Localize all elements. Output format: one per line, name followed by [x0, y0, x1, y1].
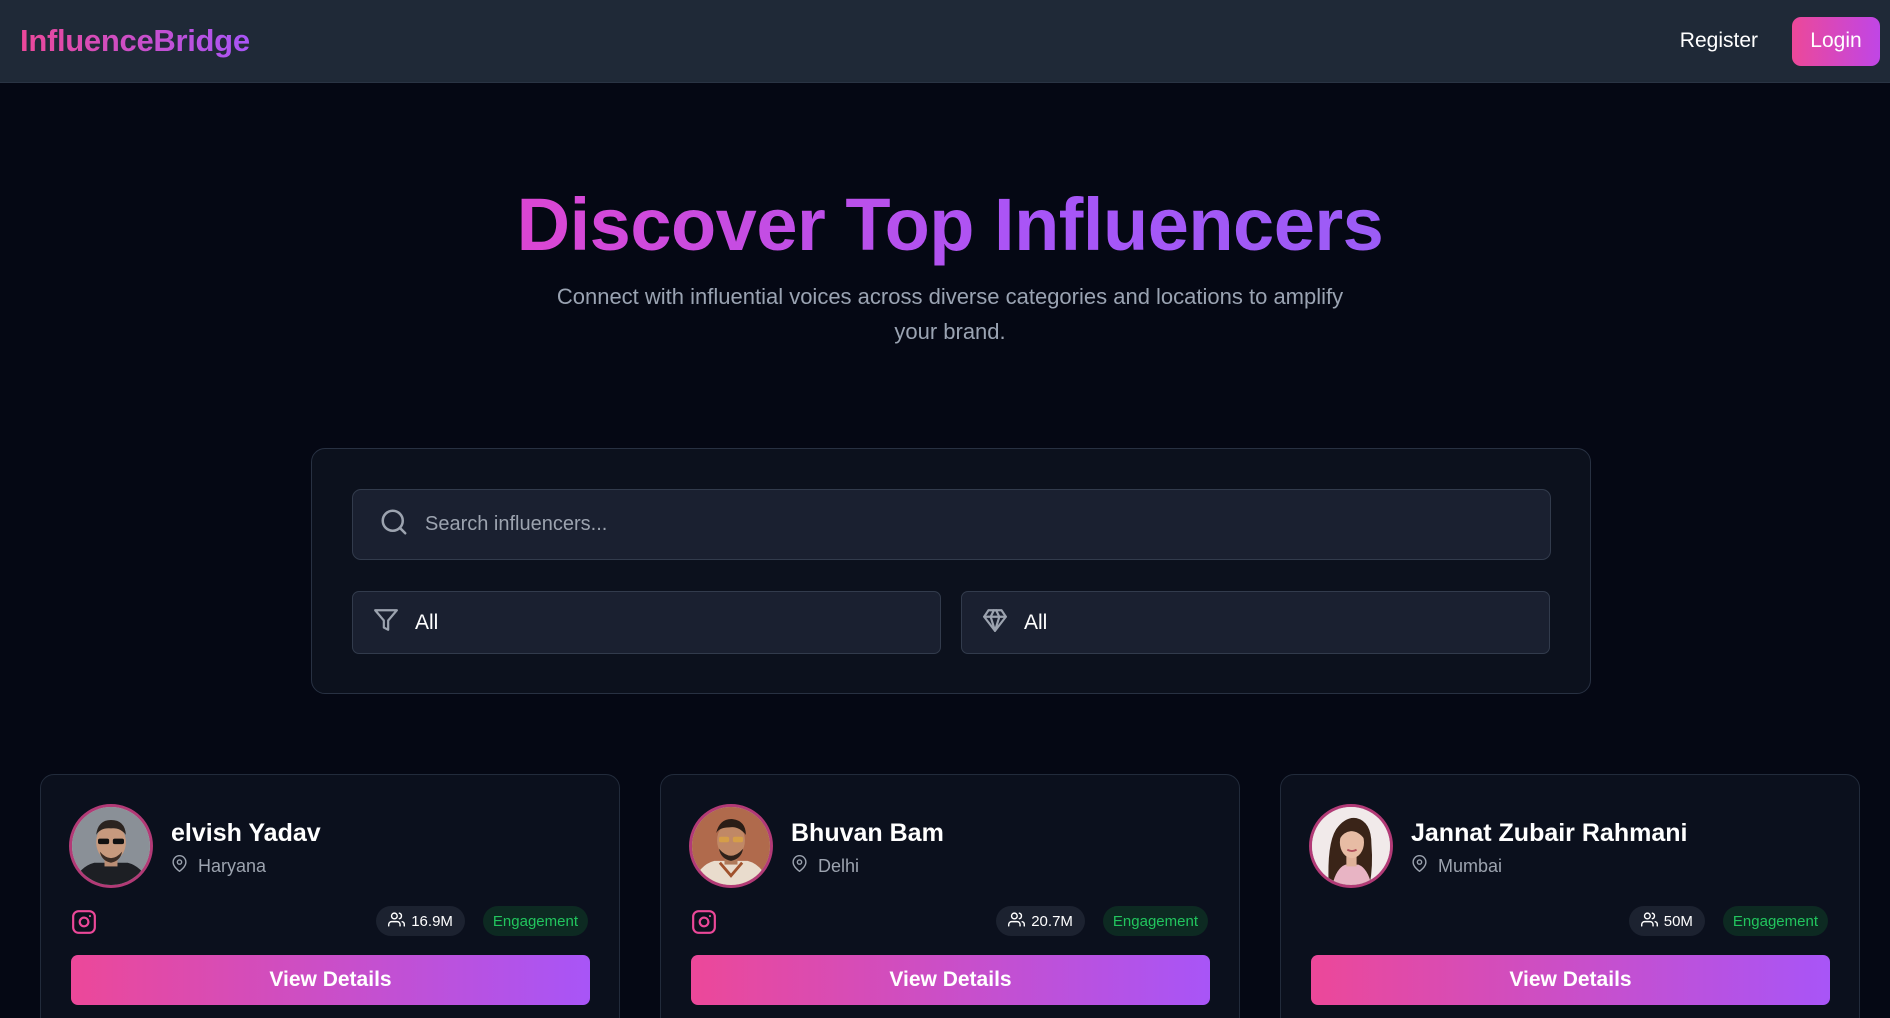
location-text: Haryana — [198, 855, 267, 876]
engagement-badge: Engagement — [1102, 906, 1208, 936]
users-icon — [1640, 911, 1658, 932]
brand-logo[interactable]: InfluenceBridge — [20, 23, 250, 59]
view-details-button[interactable]: View Details — [691, 955, 1210, 1005]
influencer-location: Delhi — [791, 855, 859, 877]
tier-filter-value: All — [1024, 610, 1048, 634]
location-text: Delhi — [818, 855, 860, 876]
followers-count: 16.9M — [411, 912, 453, 930]
view-details-button[interactable]: View Details — [1311, 955, 1830, 1005]
engagement-badge: Engagement — [482, 906, 588, 936]
influencer-name: Jannat Zubair Rahmani — [1411, 819, 1688, 847]
search-input[interactable] — [425, 513, 1525, 536]
engagement-badge: Engagement — [1722, 906, 1828, 936]
instagram-icon[interactable] — [691, 909, 717, 935]
tier-filter-select[interactable]: All — [961, 591, 1550, 654]
nav-actions: Register Login — [1680, 16, 1880, 66]
hero-subtitle-line1: Connect with influential voices across d… — [556, 284, 1344, 309]
category-filter-value: All — [415, 610, 439, 634]
diamond-icon — [982, 607, 1008, 638]
influencer-card: Bhuvan Bam Delhi 20.7M Engagement View D… — [660, 774, 1240, 1018]
map-pin-icon — [171, 855, 188, 877]
influencer-location: Mumbai — [1411, 855, 1502, 877]
hero-title: Discover Top Influencers — [0, 180, 1890, 270]
navbar: InfluenceBridge Register Login — [0, 0, 1890, 83]
influencer-stats: 50M Engagement — [1628, 906, 1828, 936]
followers-count: 20.7M — [1031, 912, 1073, 930]
avatar[interactable] — [1309, 804, 1393, 888]
search-icon — [379, 507, 409, 542]
map-pin-icon — [1411, 855, 1428, 877]
hero-subtitle-line2: your brand. — [894, 319, 1006, 344]
avatar[interactable] — [689, 804, 773, 888]
influencer-location: Haryana — [171, 855, 266, 877]
influencer-name: elvish Yadav — [171, 819, 321, 847]
influencer-card: elvish Yadav Haryana 16.9M Engagement Vi… — [40, 774, 620, 1018]
filter-icon — [373, 607, 399, 638]
influencer-card: Jannat Zubair Rahmani Mumbai 50M Engagem… — [1280, 774, 1860, 1018]
register-link[interactable]: Register — [1680, 29, 1758, 53]
instagram-icon[interactable] — [71, 909, 97, 935]
location-text: Mumbai — [1438, 855, 1503, 876]
followers-badge: 16.9M — [376, 906, 465, 936]
hero-subtitle: Connect with influential voices across d… — [540, 279, 1360, 349]
login-button[interactable]: Login — [1792, 16, 1880, 66]
followers-badge: 50M — [1628, 906, 1705, 936]
filter-panel: All All — [311, 448, 1591, 694]
influencer-name: Bhuvan Bam — [791, 819, 944, 847]
hero-title-text: Discover Top Influencers — [516, 183, 1384, 266]
followers-count: 50M — [1663, 912, 1693, 930]
users-icon — [1008, 911, 1026, 932]
users-icon — [388, 911, 406, 932]
page: InfluenceBridge Register Login Discover … — [0, 0, 1890, 1018]
view-details-button[interactable]: View Details — [71, 955, 590, 1005]
map-pin-icon — [791, 855, 808, 877]
category-filter-select[interactable]: All — [352, 591, 941, 654]
avatar[interactable] — [69, 804, 153, 888]
followers-badge: 20.7M — [996, 906, 1085, 936]
influencer-stats: 16.9M Engagement — [376, 906, 588, 936]
search-box — [352, 489, 1551, 560]
influencer-stats: 20.7M Engagement — [996, 906, 1208, 936]
